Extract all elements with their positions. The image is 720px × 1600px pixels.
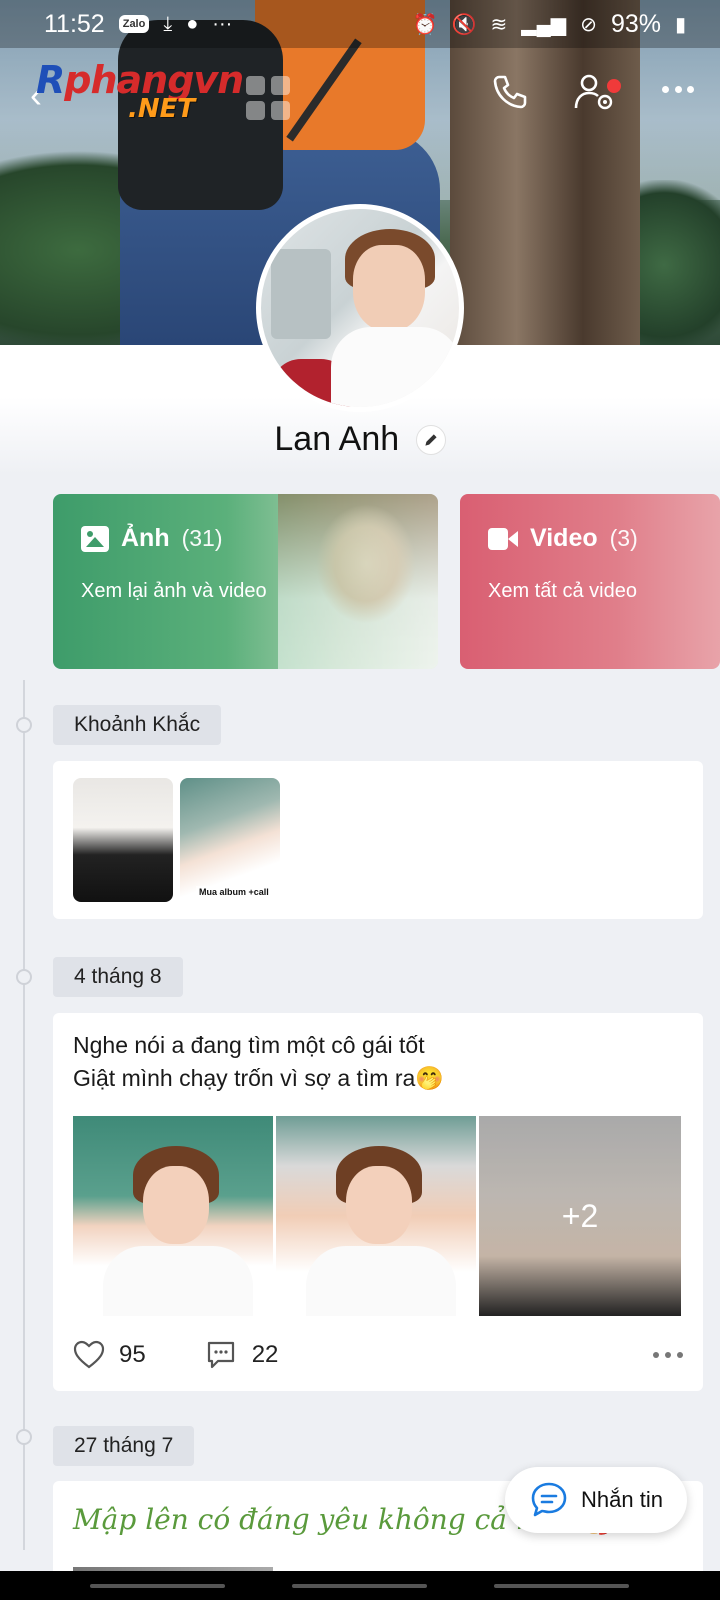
system-navigation-bar xyxy=(0,1571,720,1600)
video-icon xyxy=(488,527,518,550)
comment-count: 22 xyxy=(251,1341,279,1368)
post-date-label: 27 tháng 7 xyxy=(53,1426,195,1466)
chat-bubble-icon: ● xyxy=(186,12,199,35)
status-right: ⏰ 🔇 ≋ ▂▄▆ ⊘ 93% ▮ xyxy=(413,10,686,39)
download-icon: ⤓ xyxy=(163,12,173,35)
videos-card-title: Video (3) xyxy=(488,524,638,553)
mute-icon: 🔇 xyxy=(451,13,477,36)
moment-thumbnail[interactable] xyxy=(73,778,173,902)
post-actions: 95 22 xyxy=(73,1335,683,1375)
dnd-icon: ⊘ xyxy=(580,13,597,36)
heart-icon[interactable] xyxy=(73,1340,105,1370)
edit-name-icon[interactable] xyxy=(415,424,446,455)
notification-dot xyxy=(607,79,621,93)
post-text: Nghe nói a đang tìm một cô gái tốt Giật … xyxy=(73,1029,444,1095)
watermark-logo: Rphangvn .NET xyxy=(36,58,244,124)
like-count: 95 xyxy=(119,1341,146,1368)
avatar-face xyxy=(353,245,425,331)
photos-card-subtitle: Xem lại ảnh và video xyxy=(81,580,267,602)
photos-card-bg-image xyxy=(278,494,438,669)
message-button[interactable]: Nhắn tin xyxy=(505,1467,687,1533)
status-time: 11:52 xyxy=(44,9,105,38)
timeline-post[interactable]: Nghe nói a đang tìm một cô gái tốt Giật … xyxy=(53,1013,703,1391)
watermark-letter: R xyxy=(36,58,65,102)
avatar-shirt xyxy=(331,327,459,407)
moment-thumbnail[interactable]: Mua album +call xyxy=(180,778,280,902)
videos-card-subtitle: Xem tất cả video xyxy=(488,580,637,602)
grid-icon xyxy=(246,76,290,120)
more-icon[interactable] xyxy=(662,86,694,96)
profile-name-row: Lan Anh xyxy=(0,420,720,459)
battery-icon: ▮ xyxy=(674,13,686,36)
moment-caption: Mua album +call xyxy=(196,886,272,898)
photo-icon xyxy=(81,525,109,552)
more-photos-count: +2 xyxy=(479,1116,681,1316)
wifi-icon: ≋ xyxy=(490,13,508,36)
post-text-line: Giật mình chạy trốn vì sợ a tìm ra🤭 xyxy=(73,1065,444,1091)
more-dots-icon: ··· xyxy=(212,12,233,35)
nav-recents[interactable] xyxy=(90,1584,225,1588)
zalo-notification-icon: Zalo xyxy=(118,15,150,33)
videos-album-card[interactable]: Video (3) Xem tất cả video xyxy=(460,494,720,669)
photos-album-card[interactable]: Ảnh (31) Xem lại ảnh và video xyxy=(53,494,438,669)
post-photo[interactable] xyxy=(276,1116,476,1316)
timeline-dot xyxy=(16,717,32,733)
nav-back[interactable] xyxy=(494,1584,629,1588)
moments-panel: Mua album +call xyxy=(53,761,703,919)
profile-name: Lan Anh xyxy=(274,420,400,458)
videos-card-label: Video xyxy=(530,524,598,552)
battery-level: 93% xyxy=(610,9,661,38)
moments-label: Khoảnh Khắc xyxy=(53,705,222,745)
photos-card-title: Ảnh (31) xyxy=(81,524,223,553)
status-bar: 11:52 Zalo ⤓ ● ··· ⏰ 🔇 ≋ ▂▄▆ ⊘ 93% ▮ xyxy=(0,0,720,48)
photos-card-label: Ảnh xyxy=(121,524,170,552)
videos-card-count: (3) xyxy=(609,525,638,551)
post-date-label: 4 tháng 8 xyxy=(53,957,183,997)
message-button-label: Nhắn tin xyxy=(581,1487,663,1512)
nav-home[interactable] xyxy=(292,1584,427,1588)
timeline-line xyxy=(23,680,25,1550)
timeline-dot xyxy=(16,1429,32,1445)
comment-icon[interactable] xyxy=(206,1340,236,1370)
alarm-icon: ⏰ xyxy=(412,13,438,36)
post-more-icon[interactable] xyxy=(653,1352,683,1358)
post-text-line: Nghe nói a đang tìm một cô gái tốt xyxy=(73,1032,425,1058)
photos-card-count: (31) xyxy=(181,525,223,551)
signal-icon: ▂▄▆ xyxy=(521,13,567,36)
post-photo-more[interactable]: +2 xyxy=(479,1116,681,1316)
call-icon[interactable] xyxy=(490,72,530,112)
chat-icon xyxy=(531,1482,567,1517)
avatar-bg-mirror xyxy=(271,249,331,339)
status-left: 11:52 Zalo ⤓ ● ··· xyxy=(44,10,232,39)
cover-tree-trunk xyxy=(450,0,640,345)
avatar[interactable] xyxy=(256,204,464,412)
timeline-dot xyxy=(16,969,32,985)
post-photo[interactable] xyxy=(73,1116,273,1316)
